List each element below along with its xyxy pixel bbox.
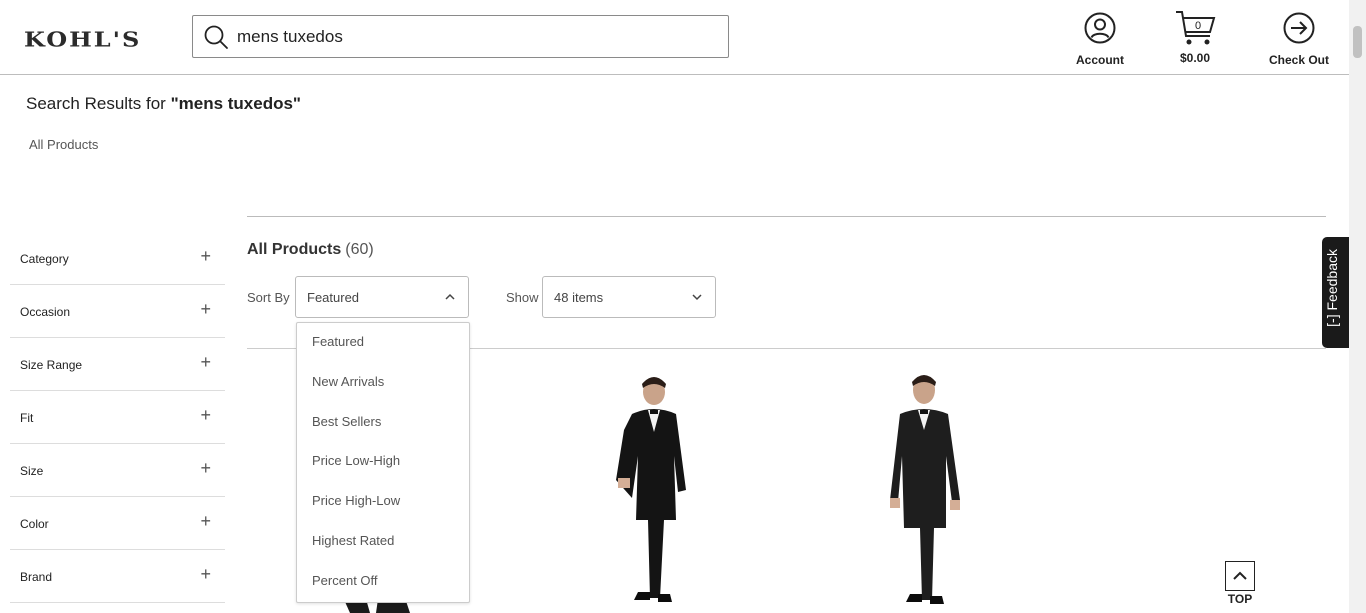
show-value: 48 items (554, 290, 604, 305)
cart-button[interactable]: 0 $0.00 (1165, 11, 1225, 65)
show-select[interactable]: 48 items (542, 276, 716, 318)
search-input[interactable] (237, 24, 717, 50)
page-title: Search Results for "mens tuxedos" (26, 94, 301, 114)
facet-label: Size (20, 464, 44, 478)
products-heading: All Products (60) (247, 241, 374, 259)
facet-occasion[interactable]: Occasion + (10, 285, 225, 338)
checkout-button[interactable]: Check Out (1262, 12, 1336, 67)
plus-icon[interactable]: + (200, 405, 211, 426)
search-box[interactable] (192, 15, 729, 58)
kohls-logo[interactable]: KOHL'S (24, 27, 141, 52)
facet-label: Color (20, 517, 49, 531)
plus-icon[interactable]: + (200, 564, 211, 585)
sort-option-highest-rated[interactable]: Highest Rated (297, 522, 469, 562)
facet-brand[interactable]: Brand + (10, 550, 225, 603)
facet-category[interactable]: Category + (10, 232, 225, 285)
facet-color[interactable]: Color + (10, 497, 225, 550)
sort-option-percent-off[interactable]: Percent Off (297, 562, 469, 602)
chevron-up-icon (445, 293, 455, 300)
facet-label: Occasion (20, 305, 71, 319)
products-title: All Products (247, 241, 342, 258)
page-scrollbar[interactable] (1349, 0, 1366, 613)
facet-size-range[interactable]: Size Range + (10, 338, 225, 391)
facet-label: Size Range (20, 358, 83, 372)
facet-fit[interactable]: Fit + (10, 391, 225, 444)
checkout-label: Check Out (1268, 53, 1329, 67)
filter-sidebar: Category + Occasion + Size Range + Fit +… (10, 232, 225, 603)
plus-icon[interactable]: + (200, 352, 211, 373)
sort-option-new-arrivals[interactable]: New Arrivals (297, 363, 469, 403)
products-count: (60) (345, 241, 374, 258)
back-to-top-label: TOP (1227, 592, 1253, 606)
chevron-up-icon (1233, 571, 1247, 580)
breadcrumb[interactable]: All Products (29, 137, 98, 152)
product-image[interactable] (598, 370, 708, 606)
site-header: KOHL'S Account 0 $0.00 Check Out (0, 0, 1349, 75)
cart-total: $0.00 (1179, 51, 1211, 65)
sort-option-best-sellers[interactable]: Best Sellers (297, 403, 469, 443)
plus-icon[interactable]: + (200, 299, 211, 320)
feedback-label: [-] Feedback (1324, 249, 1340, 327)
results-query: "mens tuxedos" (170, 94, 301, 113)
sort-by-label: Sort By (247, 290, 290, 305)
sort-option-price-low-high[interactable]: Price Low-High (297, 442, 469, 482)
sort-value: Featured (307, 290, 360, 305)
facet-label: Brand (20, 570, 53, 584)
cart-icon: 0 (1176, 11, 1216, 45)
sort-dropdown-menu: Featured New Arrivals Best Sellers Price… (296, 322, 470, 603)
arrow-right-circle-icon (1283, 12, 1315, 44)
account-icon (1084, 12, 1116, 44)
plus-icon[interactable]: + (200, 246, 211, 267)
sort-select[interactable]: Featured (295, 276, 469, 318)
facet-label: Fit (20, 411, 34, 425)
chevron-down-icon (692, 294, 702, 301)
account-label: Account (1076, 53, 1124, 67)
results-prefix: Search Results for (26, 94, 171, 113)
scrollbar-thumb[interactable] (1353, 26, 1362, 58)
cart-count: 0 (1195, 20, 1201, 32)
search-icon[interactable] (203, 24, 229, 50)
facet-size[interactable]: Size + (10, 444, 225, 497)
back-to-top-button[interactable] (1225, 561, 1255, 591)
sort-option-price-high-low[interactable]: Price High-Low (297, 482, 469, 522)
account-button[interactable]: Account (1070, 12, 1130, 67)
facet-label: Category (20, 252, 69, 266)
feedback-tab[interactable]: [-] Feedback (1322, 237, 1349, 348)
product-image[interactable] (870, 368, 980, 608)
show-label: Show (506, 290, 539, 305)
divider (247, 216, 1326, 217)
sort-option-featured[interactable]: Featured (297, 323, 469, 363)
plus-icon[interactable]: + (200, 511, 211, 532)
plus-icon[interactable]: + (200, 458, 211, 479)
